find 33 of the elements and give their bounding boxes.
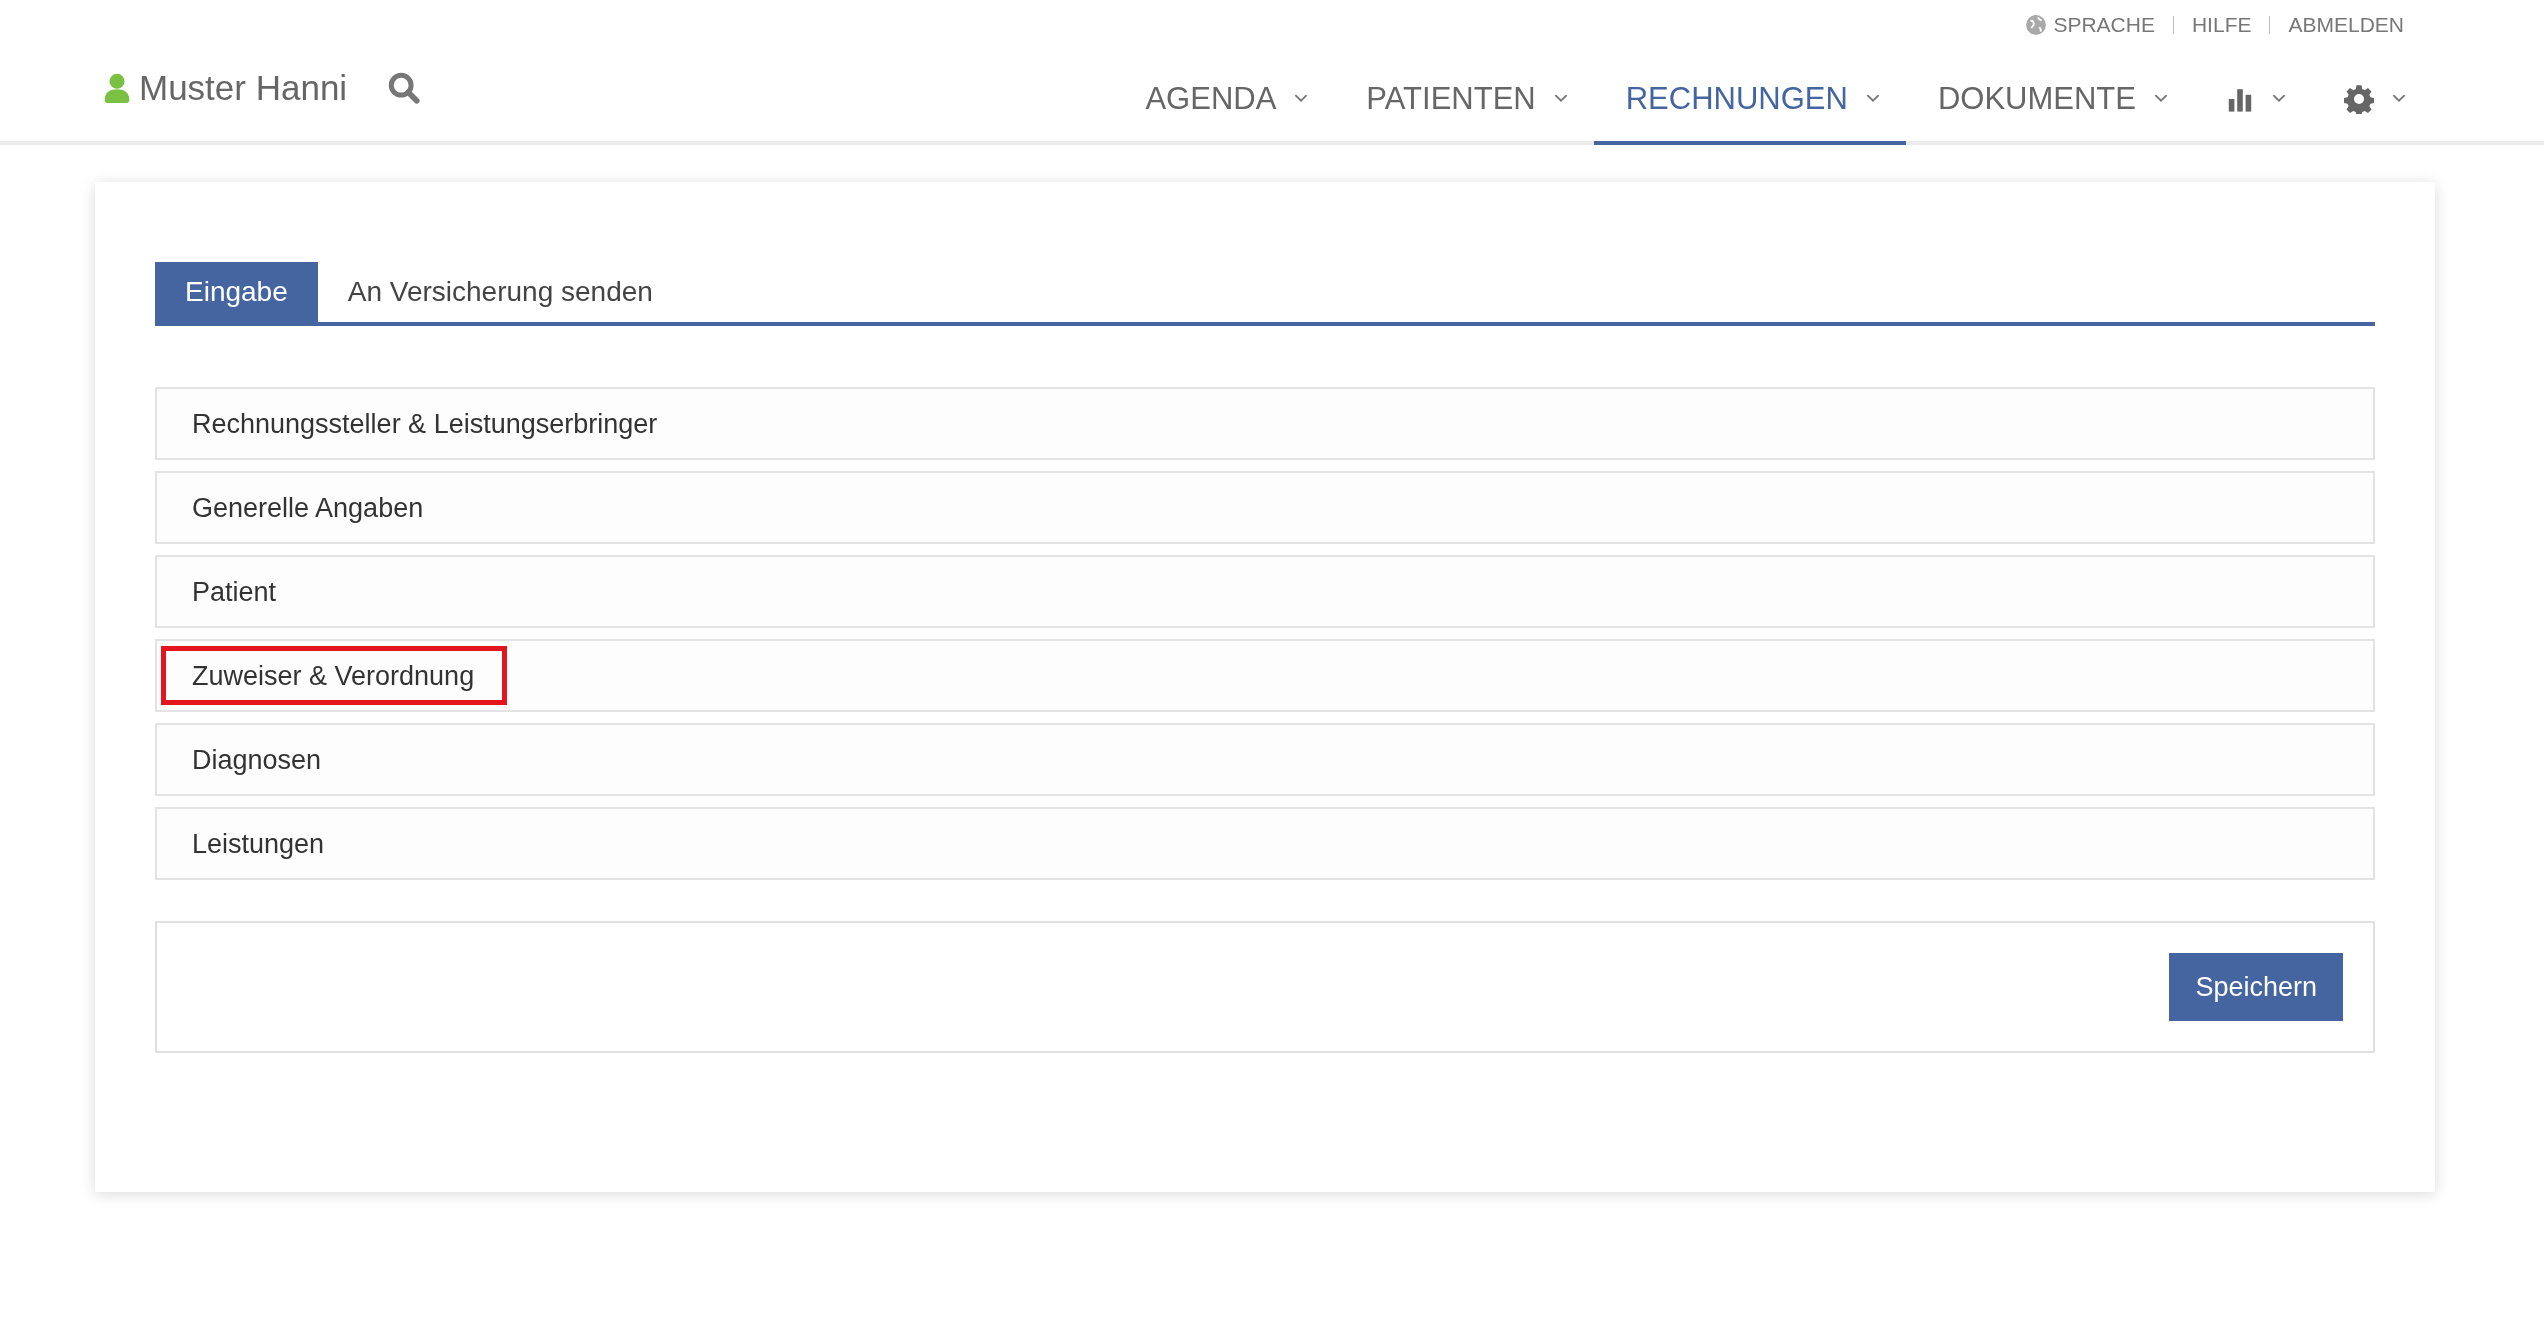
section-title: Leistungen (191, 828, 326, 861)
section-title: Rechnungssteller & Leistungserbringer (191, 408, 659, 441)
gear-icon (2344, 83, 2374, 114)
top-link[interactable]: ABMELDEN (2288, 13, 2404, 37)
form-tab[interactable]: An Versicherung senden (317, 262, 683, 322)
search-icon[interactable] (387, 70, 422, 105)
globe-icon (2025, 14, 2048, 36)
section-panel[interactable]: Zuweiser & Verordnung (155, 639, 2375, 712)
section-panel[interactable]: Generelle Angaben (155, 471, 2375, 544)
top-link[interactable]: HILFE (2191, 13, 2252, 37)
caret-icon (1865, 94, 1880, 103)
user-icon (103, 72, 131, 103)
caret-icon (1294, 94, 1309, 103)
nav-tab[interactable]: PATIENTEN (1334, 38, 1594, 145)
caret-icon (2392, 94, 2406, 103)
section-title: Zuweiser & Verordnung (161, 646, 508, 705)
form-tab[interactable]: Eingabe (155, 262, 318, 322)
caret-icon (2272, 94, 2286, 103)
caret-icon (1553, 94, 1568, 103)
section-title: Diagnosen (191, 744, 323, 777)
user-name[interactable]: Muster Hanni (139, 67, 348, 108)
section-title: Generelle Angaben (191, 492, 425, 525)
nav-tab[interactable]: RECHNUNGEN (1593, 38, 1906, 145)
nav-tab[interactable]: DOKUMENTE (1905, 38, 2194, 145)
section-panel[interactable]: Patient (155, 555, 2375, 628)
section-panel[interactable]: Leistungen (155, 807, 2375, 880)
section-panel[interactable]: Diagnosen (155, 723, 2375, 796)
nav-tab[interactable]: AGENDA (1113, 38, 1335, 145)
section-panel[interactable]: Rechnungssteller & Leistungserbringer (155, 387, 2375, 460)
caret-icon (2154, 94, 2168, 103)
save-button[interactable]: Speichern (2169, 953, 2343, 1021)
top-link[interactable]: SPRACHE (2025, 13, 2155, 37)
section-title: Patient (191, 576, 278, 609)
